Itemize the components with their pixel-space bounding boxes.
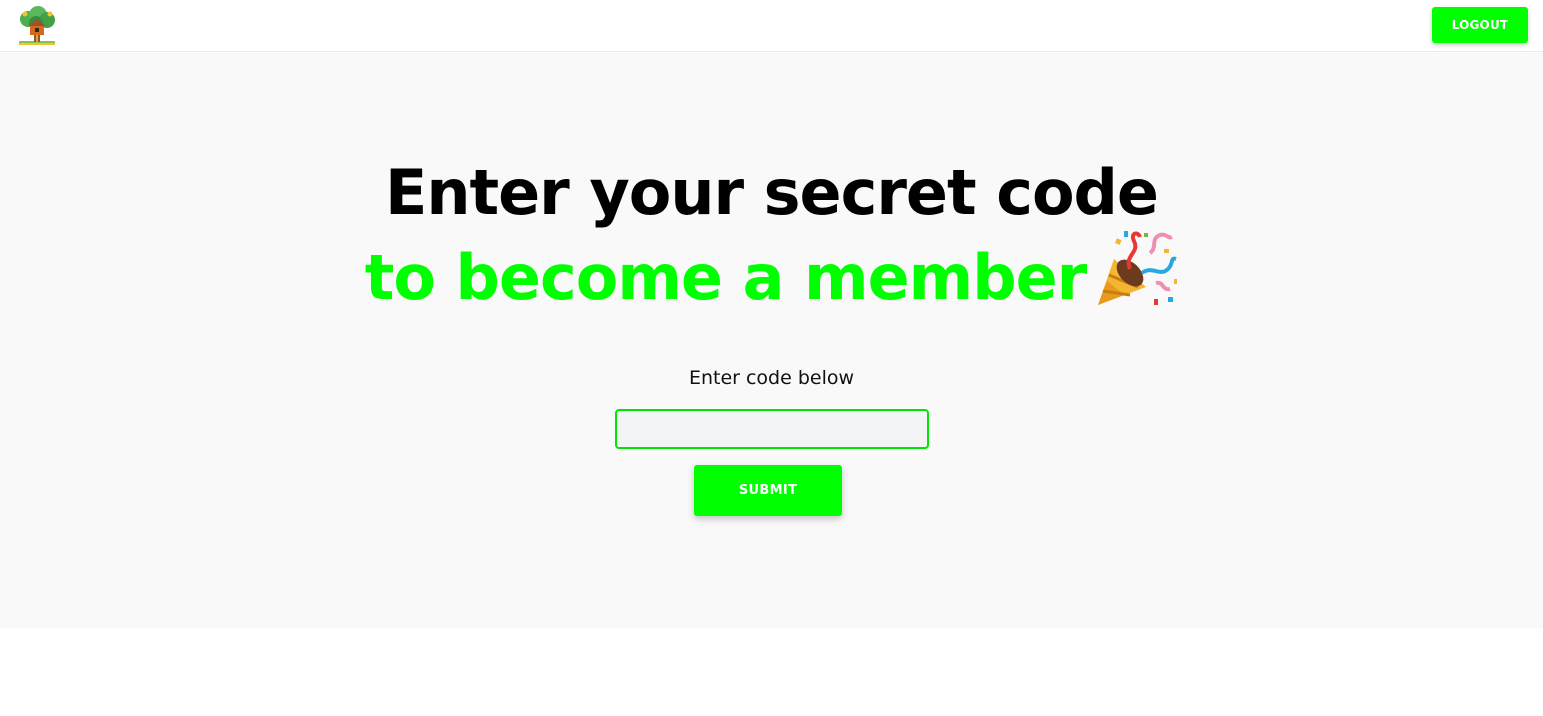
main-content: Enter your secret code to become a membe…: [0, 53, 1543, 628]
submit-button[interactable]: SUBMIT: [694, 465, 842, 516]
heading-line-1: Enter your secret code: [385, 156, 1159, 229]
top-navbar: LOGOUT: [0, 0, 1543, 52]
treehouse-logo-icon[interactable]: [16, 5, 58, 47]
code-field-label: Enter code below: [688, 367, 855, 389]
heading-line-2: to become a member: [0, 229, 1543, 324]
party-popper-icon: [1094, 229, 1178, 324]
heading-line-2-text: to become a member: [364, 241, 1088, 314]
logout-button[interactable]: LOGOUT: [1432, 7, 1528, 43]
page-heading: Enter your secret code to become a membe…: [0, 157, 1543, 324]
secret-code-input[interactable]: [615, 409, 929, 449]
